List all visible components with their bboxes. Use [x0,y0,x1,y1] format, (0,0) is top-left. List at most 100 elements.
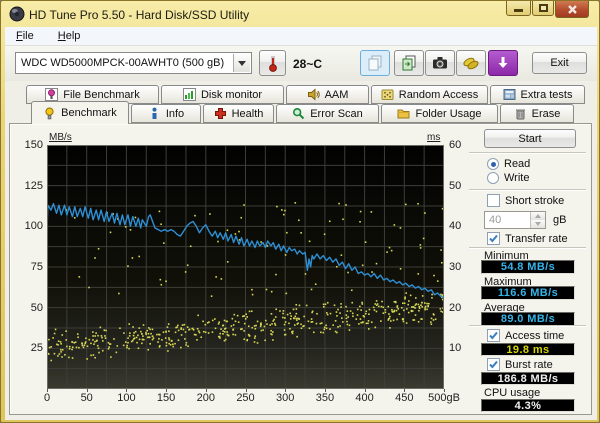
save-screenshot-button[interactable] [394,50,424,76]
drive-select-combobox[interactable]: WDC WD5000MPCK-00AWHT0 (500 gB) [15,52,252,74]
temperature-button[interactable] [259,50,286,76]
file-benchmark-icon [45,88,59,101]
write-radio-row[interactable]: Write [487,172,529,184]
window-title: HD Tune Pro 5.50 - Hard Disk/SSD Utility [29,8,250,22]
spinner-down-icon [535,222,541,226]
screenshot-camera-button[interactable] [425,50,455,76]
tab-label: Disk monitor [200,88,263,101]
disk-monitor-icon [182,88,196,101]
x-axis-tick: 450 [395,392,414,404]
save-pages-icon [402,55,416,71]
tab-random-access[interactable]: Random Access [371,85,488,104]
tab-label: Benchmark [61,107,117,119]
tab-label: Health [231,107,264,120]
combo-dropdown-button[interactable] [233,54,250,72]
check-icon [489,234,498,243]
speaker-icon [307,88,320,101]
x-axis-tick: 400 [355,392,374,404]
tab-aam[interactable]: AAM [286,85,369,104]
x-axis-tickmark [444,389,445,392]
tab-label: Error Scan [310,107,363,120]
x-axis-tick: 250 [236,392,255,404]
spinner-up-button[interactable] [531,212,545,220]
right-axis-unit-label: ms [427,132,441,143]
check-icon [489,360,498,369]
tab-disk-monitor[interactable]: Disk monitor [161,85,284,104]
tab-label: Info [165,107,185,120]
tab-erase[interactable]: Erase [500,104,574,123]
tab-benchmark[interactable]: Benchmark [31,101,129,124]
short-stroke-label: Short stroke [505,194,565,207]
x-axis-tickmark [126,389,128,392]
check-icon [489,331,498,340]
access-time-row[interactable]: Access time [487,329,564,342]
maximum-lcd: 116.6 MB/s [481,286,575,300]
read-radio-row[interactable]: Read [487,158,530,170]
add-test-button[interactable] [456,50,486,76]
access-time-checkbox[interactable] [487,329,500,342]
tab-extra-tests[interactable]: Extra tests [490,85,585,104]
left-axis-tick: 125 [24,179,43,192]
right-axis-tick: 10 [449,342,462,355]
x-axis-tick: 500gB [428,392,460,404]
minimize-button[interactable] [506,1,531,16]
maximize-button[interactable] [532,1,554,16]
start-button[interactable]: Start [484,129,576,148]
folder-icon [397,109,410,119]
minimum-lcd: 54.8 MB/s [481,260,575,274]
spinner-up-icon [535,214,541,218]
titlebar[interactable]: HD Tune Pro 5.50 - Hard Disk/SSD Utility [1,1,599,27]
update-check-button[interactable] [488,50,518,76]
chevron-down-icon [238,60,246,66]
copy-screenshot-button[interactable] [360,50,390,76]
short-stroke-checkbox[interactable] [487,194,500,207]
transfer-rate-checkbox[interactable] [487,232,500,245]
exit-button[interactable]: Exit [532,52,587,74]
menu-help[interactable]: Help [55,29,84,43]
write-radio-label: Write [504,172,530,184]
tab-label: Erase [531,107,561,120]
separator [469,325,586,327]
x-axis-tickmark [324,389,326,392]
minimize-icon [514,8,523,12]
x-axis-tickmark [364,389,366,392]
extra-tests-icon [503,89,516,100]
short-stroke-row[interactable]: Short stroke [487,194,564,207]
trash-icon [515,109,525,120]
right-axis-tick: 50 [449,179,462,192]
left-axis-tick: 150 [24,139,43,151]
burst-rate-checkbox[interactable] [487,358,500,371]
access-time-lcd: 19.8 ms [481,343,575,356]
burst-rate-row[interactable]: Burst rate [487,358,553,371]
dice-icon [381,89,394,100]
tab-label: Folder Usage [415,107,482,120]
tab-error-scan[interactable]: Error Scan [276,104,379,123]
x-axis-tickmark [47,389,48,392]
tab-info[interactable]: Info [131,104,201,123]
tab-folder-usage[interactable]: Folder Usage [381,104,498,123]
read-radio[interactable] [487,158,499,170]
tab-health[interactable]: Health [203,104,274,123]
close-button[interactable] [555,1,589,18]
x-axis-tickmark [86,389,88,392]
maximize-icon [538,4,548,12]
capacity-spinner[interactable]: 40 [484,211,546,229]
capacity-unit-label: gB [553,214,567,226]
right-axis-tick: 20 [449,301,462,314]
write-radio[interactable] [487,172,499,184]
access-time-label: Access time [505,329,565,342]
menu-file[interactable]: File [13,29,37,43]
left-axis-tick: 75 [30,261,43,273]
x-axis-tick: 150 [156,392,176,404]
cpu-usage-label: CPU usage [484,387,541,399]
transfer-rate-row[interactable]: Transfer rate [487,232,568,245]
left-axis-tick: 100 [24,220,43,233]
x-axis-tickmark [404,389,406,392]
capacity-value: 40 [489,214,502,226]
spinner-down-button[interactable] [531,220,545,228]
left-axis-tick: 50 [30,301,43,314]
burst-rate-label: Burst rate [505,358,553,371]
x-axis-tick: 50 [80,392,93,404]
left-axis-tick: 25 [30,342,43,355]
right-axis-tick: 40 [449,220,462,233]
